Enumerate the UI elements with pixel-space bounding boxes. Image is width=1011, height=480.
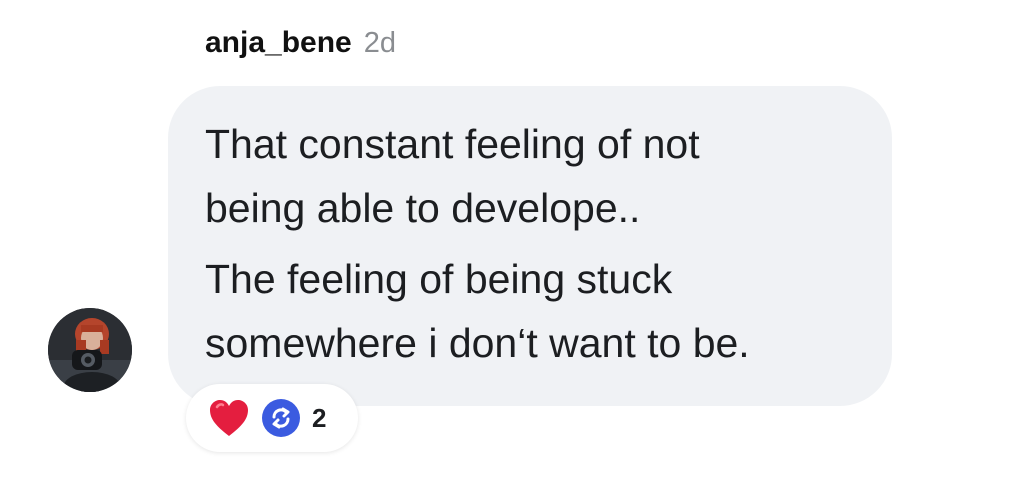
- username[interactable]: anja_bene: [205, 26, 352, 60]
- repost-icon: [262, 399, 300, 437]
- comment-line-1: That constant feeling of not: [205, 121, 700, 167]
- comment-line-4: somewhere i don‘t want to be.: [205, 320, 750, 366]
- comment-text: That constant feeling of not being able …: [205, 112, 885, 375]
- avatar-photo-icon: [48, 308, 132, 392]
- reaction-summary[interactable]: 2: [186, 384, 358, 452]
- heart-icon: [210, 400, 248, 436]
- comment-thread: anja_bene 2d That constant feeling of no…: [0, 0, 1011, 480]
- comment-line-2: being able to develope..: [205, 185, 641, 231]
- reaction-count: 2: [312, 402, 327, 433]
- comment-header: anja_bene 2d: [205, 26, 396, 60]
- comment-paragraph-1: That constant feeling of not being able …: [205, 112, 885, 240]
- comment-paragraph-2: The feeling of being stuck somewhere i d…: [205, 247, 885, 375]
- comment-line-3: The feeling of being stuck: [205, 256, 673, 302]
- timestamp[interactable]: 2d: [364, 27, 396, 60]
- avatar[interactable]: [48, 308, 132, 392]
